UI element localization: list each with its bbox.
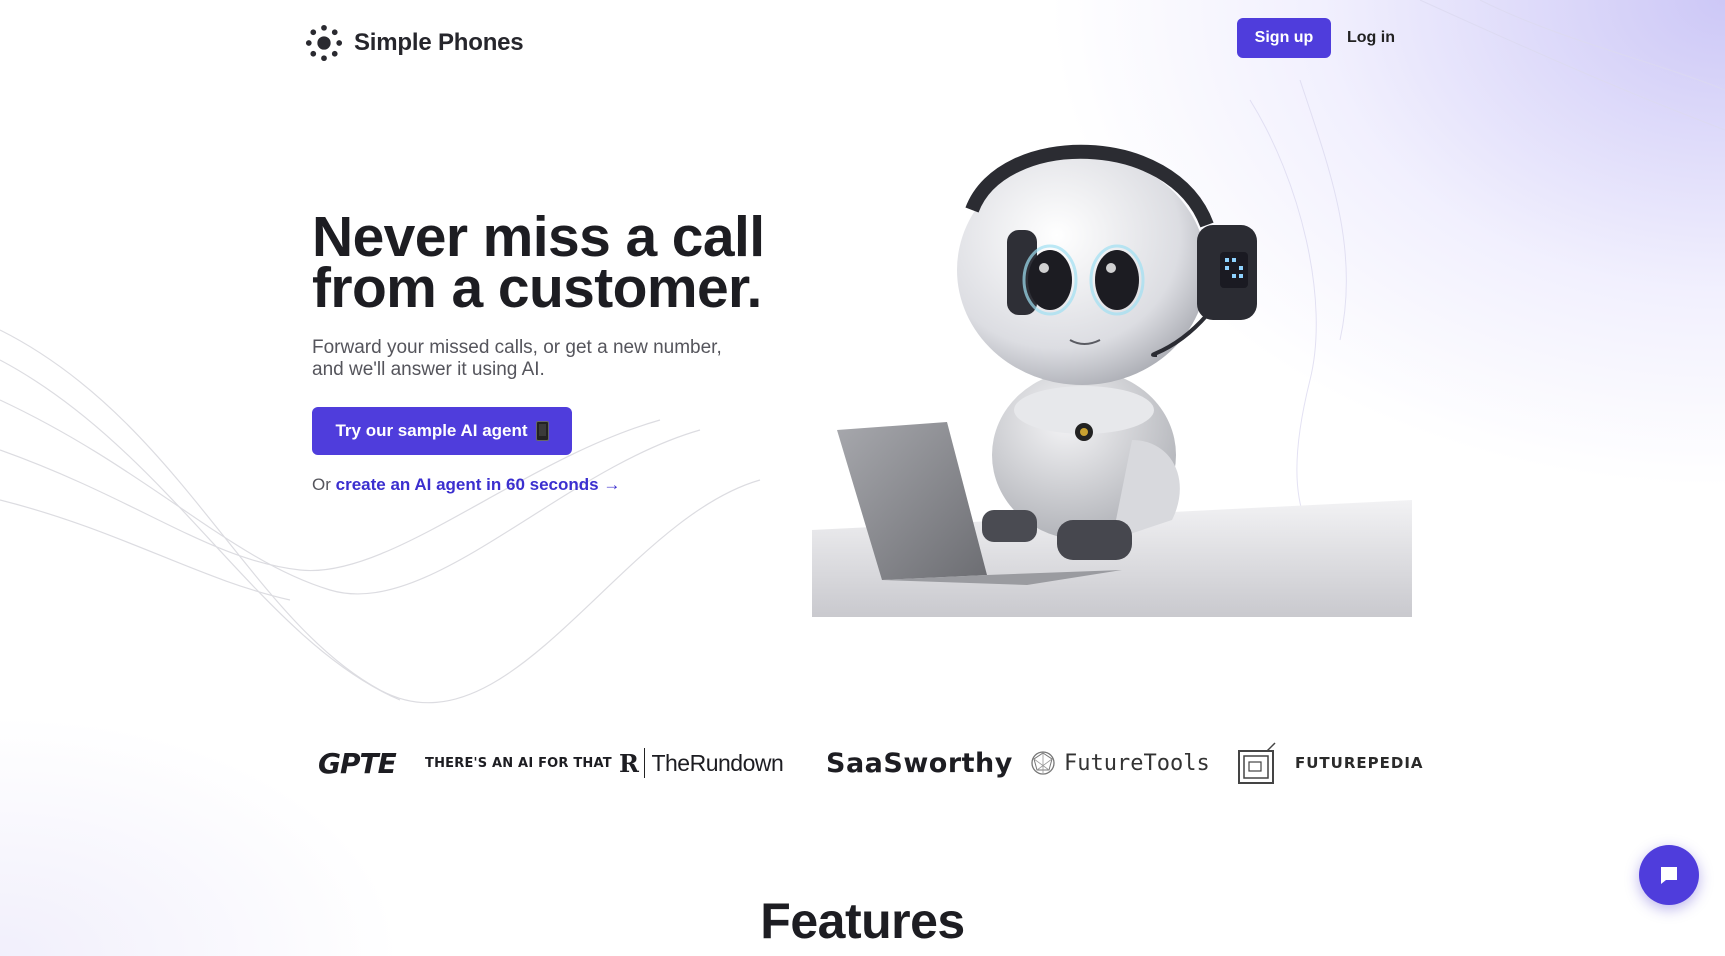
secondary-cta-prefix: Or: [312, 475, 331, 494]
sun-burst-icon: [305, 24, 343, 62]
rundown-mark-icon: R: [619, 748, 639, 778]
rundown-wordmark: TheRundown: [651, 749, 784, 776]
futurepedia-wordmark: FUTUREPEDIA: [1295, 754, 1424, 772]
robot-illustration: [812, 144, 1412, 617]
chat-widget-button[interactable]: [1639, 845, 1699, 905]
hero-title-line-2: from a customer.: [312, 256, 762, 320]
hero-title: Never miss a call from a customer.: [312, 209, 765, 320]
signup-button[interactable]: Sign up: [1237, 18, 1331, 58]
secondary-cta: Or create an AI agent in 60 seconds →: [312, 475, 620, 495]
rundown-divider: [644, 748, 646, 778]
press-logo-saasworthy[interactable]: SaaSworthy: [826, 735, 1013, 791]
mobile-phone-icon: [535, 421, 549, 441]
press-logo-futuretools[interactable]: FutureTools: [1030, 735, 1210, 791]
press-logo-gpte[interactable]: GPTE: [318, 735, 397, 791]
features-heading: Features: [760, 893, 965, 949]
futuretools-icon: [1031, 751, 1055, 775]
login-link[interactable]: Log in: [1347, 18, 1395, 58]
brand-logo[interactable]: Simple Phones: [305, 24, 524, 62]
press-logo-futurepedia[interactable]: FUTUREPEDIA: [1237, 735, 1424, 791]
hero-subtitle-line-1: Forward your missed calls, or get a new …: [312, 337, 722, 358]
site-header: Simple Phones Sign up Log in: [305, 18, 1397, 68]
futurepedia-icon: [1238, 742, 1276, 784]
futuretools-wordmark: FutureTools: [1064, 750, 1210, 776]
cta-label: Try our sample AI agent: [335, 421, 528, 440]
hero-subtitle-line-2: and we'll answer it using AI.: [312, 359, 545, 380]
try-sample-agent-button[interactable]: Try our sample AI agent: [312, 407, 572, 455]
chat-bubble-icon: [1661, 867, 1677, 884]
press-logo-the-rundown[interactable]: R TheRundown: [619, 735, 784, 791]
press-logo-theres-an-ai-for-that[interactable]: THERE'S AN AI FOR THAT: [425, 735, 612, 791]
hero-subtitle: Forward your missed calls, or get a new …: [312, 337, 722, 381]
press-logos: GPTE THERE'S AN AI FOR THAT R TheRundown …: [312, 735, 1423, 791]
brand-name: Simple Phones: [354, 29, 524, 56]
create-agent-link[interactable]: create an AI agent in 60 seconds →: [336, 475, 621, 494]
